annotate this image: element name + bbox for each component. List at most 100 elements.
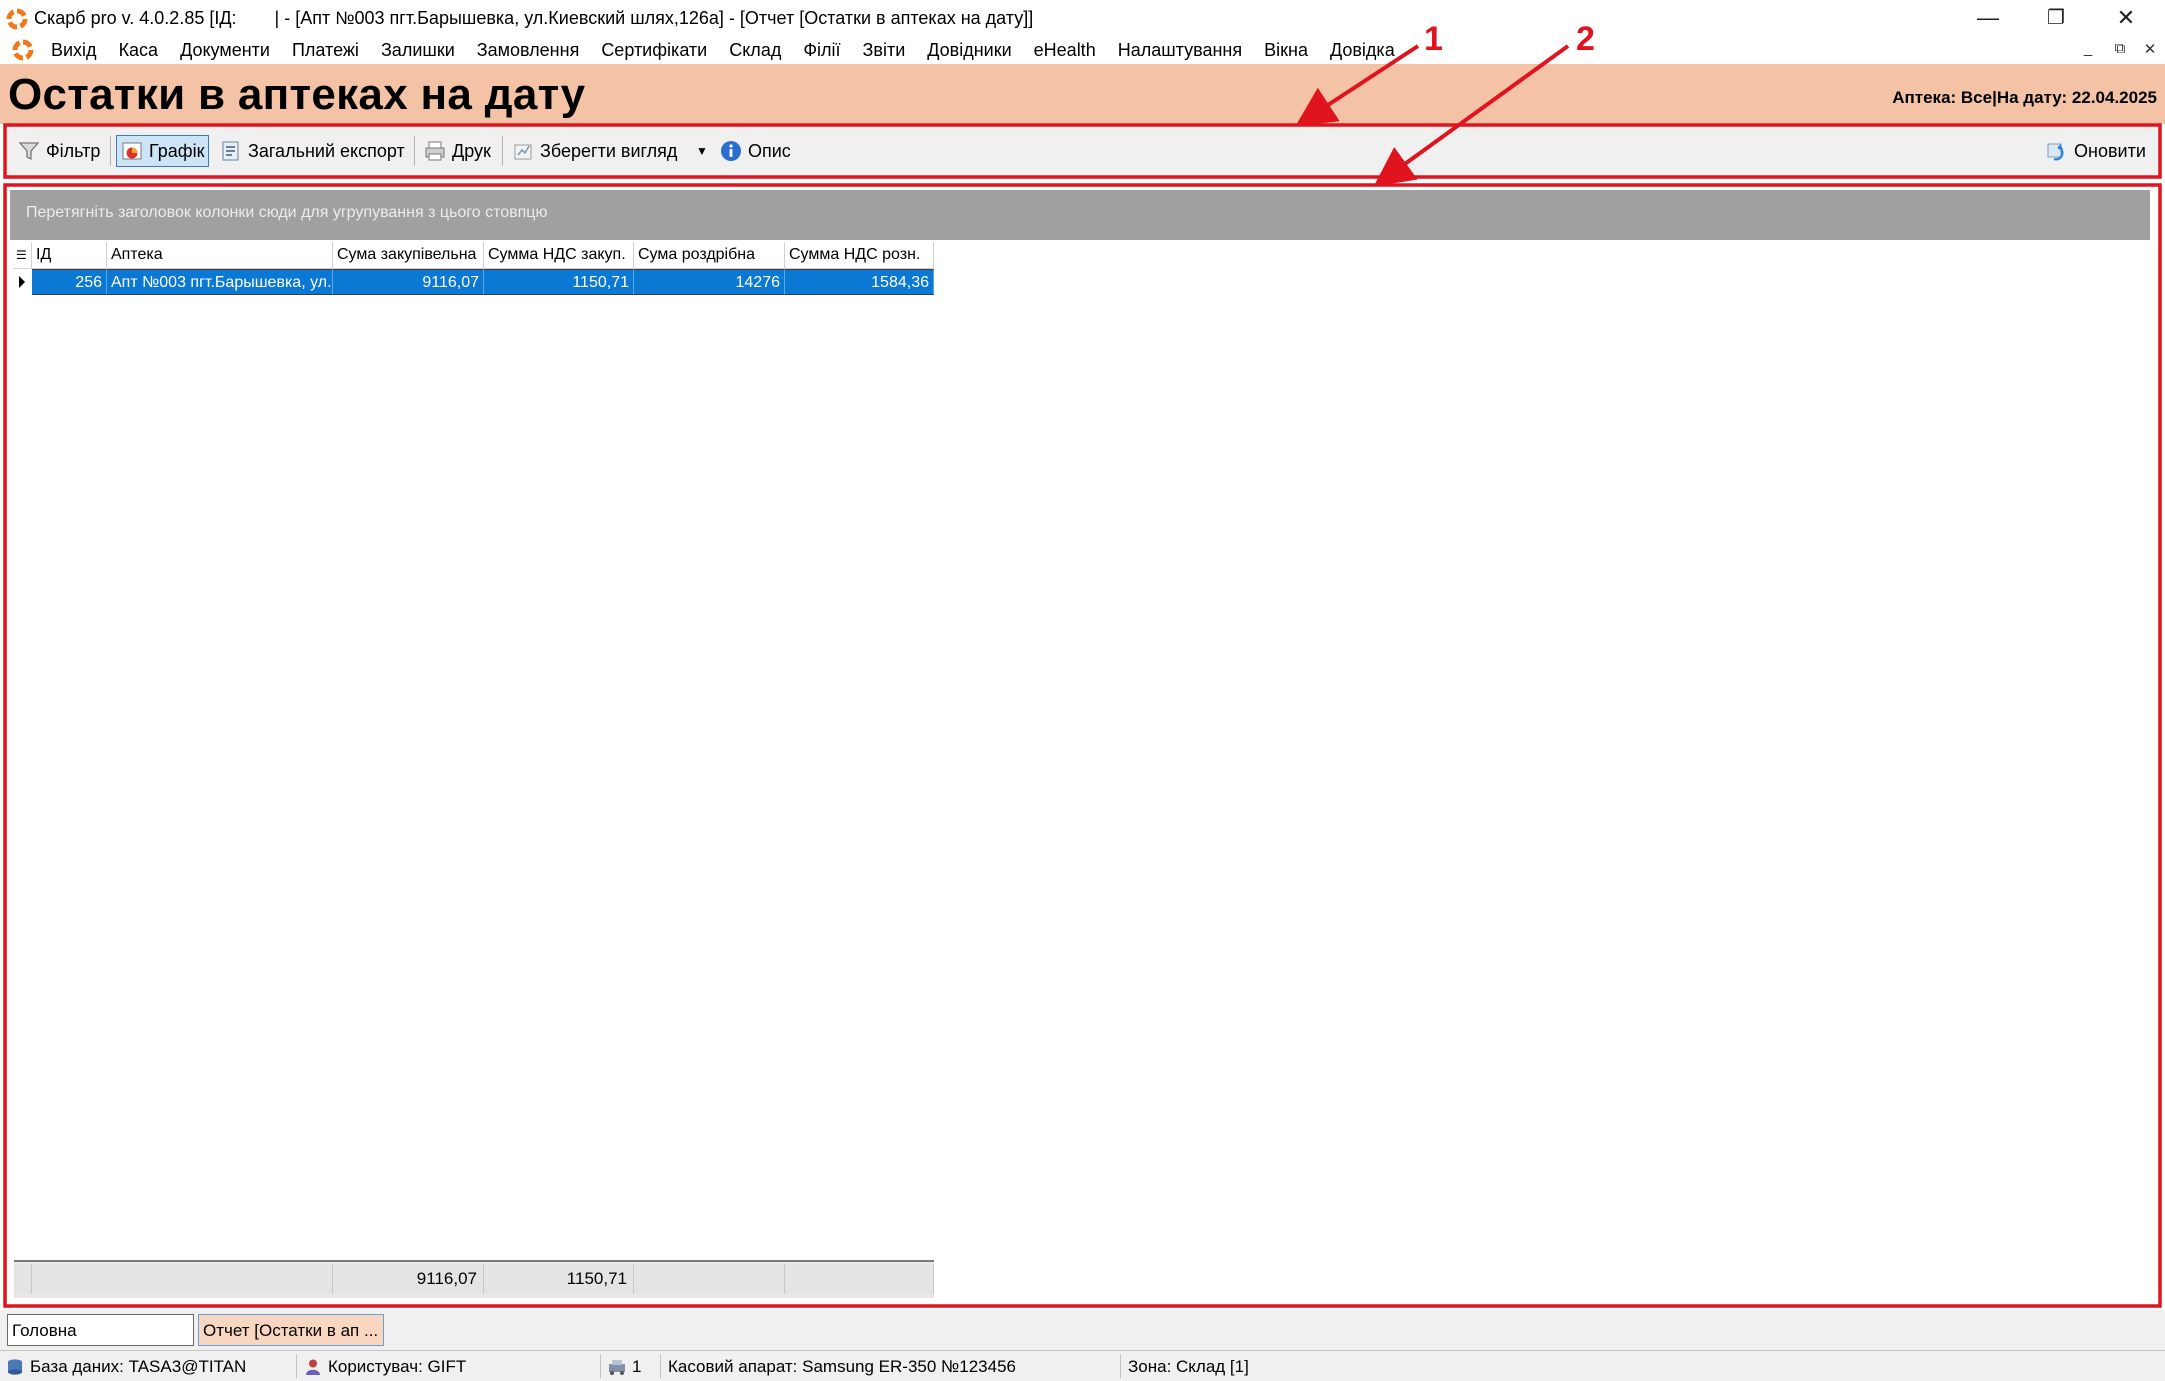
menu-item-settings[interactable]: Налаштування — [1107, 40, 1253, 61]
mdi-minimize-button[interactable]: _ — [2076, 40, 2100, 57]
grid-header-row: ☰ ІД Аптека Сума закупівельна Сумма НДС … — [14, 242, 934, 269]
cell-purchase-sum[interactable]: 9116,07 — [333, 269, 484, 295]
menu-item-orders[interactable]: Замовлення — [466, 40, 591, 61]
group-by-hint: Перетягніть заголовок колонки сюди для у… — [26, 204, 548, 221]
toolbar: Фільтр Графік Загальний експорт Друк Збе… — [6, 126, 2159, 176]
menu-item-directories[interactable]: Довідники — [916, 40, 1022, 61]
menu-item-windows[interactable]: Вікна — [1253, 40, 1319, 61]
refresh-icon — [2047, 143, 2064, 161]
print-label: Друк — [452, 140, 491, 161]
column-header-retail-sum[interactable]: Сума роздрібна — [634, 242, 785, 268]
funnel-icon — [18, 142, 40, 161]
menu-item-certificates[interactable]: Сертифікати — [590, 40, 718, 61]
status-zone: Зона: Склад [1] — [1128, 1357, 1249, 1376]
grid-container — [6, 186, 2159, 1306]
menu-item-reports[interactable]: Звіти — [852, 40, 917, 61]
tab-report[interactable]: Отчет [Остатки в ап ... — [198, 1314, 384, 1346]
description-label: Опис — [748, 140, 791, 161]
menu-item-ehealth[interactable]: eHealth — [1023, 40, 1107, 61]
status-separator — [600, 1354, 601, 1378]
window-title-app: Скарб pro v. 4.0.2.85 [ІД: — [34, 8, 237, 28]
group-by-panel[interactable]: Перетягніть заголовок колонки сюди для у… — [10, 190, 2150, 240]
description-button[interactable]: Опис — [716, 135, 795, 167]
chart-label: Графік — [149, 140, 205, 161]
refresh-label: Оновити — [2074, 140, 2146, 161]
status-separator — [660, 1354, 661, 1378]
chevron-down-icon: ▼ — [696, 144, 708, 158]
footer-cell-label — [32, 1264, 333, 1294]
status-count: 1 — [608, 1357, 641, 1377]
status-user: Користувач: GIFT — [304, 1357, 466, 1377]
column-header-pharmacy[interactable]: Аптека — [107, 242, 333, 268]
toolbar-separator — [414, 136, 415, 166]
save-view-dropdown[interactable]: ▼ — [692, 135, 712, 167]
save-view-button[interactable]: Зберегти вигляд — [508, 135, 681, 167]
footer-total-retail-sum — [634, 1264, 785, 1294]
chart-icon — [122, 142, 142, 160]
page-title: Остатки в аптеках на дату — [8, 70, 586, 119]
status-bar: База даних: TASA3@TITAN Користувач: GIFT… — [0, 1350, 2165, 1381]
toolbar-separator — [502, 136, 503, 166]
footer-total-retail-vat — [785, 1264, 934, 1294]
menu-item-payments[interactable]: Платежі — [281, 40, 370, 61]
window-title-rest: | - [Апт №003 пгт.Барышевка, ул.Киевский… — [274, 8, 1034, 28]
footer-total-purchase-sum: 9116,07 — [333, 1264, 484, 1294]
table-row[interactable]: 256 Апт №003 пгт.Барышевка, ул.Киевский … — [14, 269, 934, 295]
status-database: База даних: TASA3@TITAN — [6, 1357, 246, 1377]
menu-items: Вихід Каса Документи Платежі Залишки Зам… — [40, 40, 1406, 61]
title-bar: Скарб pro v. 4.0.2.85 [ІД: | - [Апт №003 … — [0, 0, 2165, 36]
menu-item-stock[interactable]: Залишки — [370, 40, 466, 61]
filter-button[interactable]: Фільтр — [14, 135, 104, 167]
column-header-purchase-vat[interactable]: Сумма НДС закуп. — [484, 242, 634, 268]
save-view-label: Зберегти вигляд — [540, 140, 678, 161]
status-user-text: Користувач: GIFT — [328, 1357, 467, 1376]
menu-item-warehouse[interactable]: Склад — [718, 40, 792, 61]
restore-button[interactable]: ❐ — [2026, 2, 2086, 34]
column-header-id[interactable]: ІД — [32, 242, 107, 268]
export-icon — [222, 141, 239, 161]
tab-main[interactable]: Головна — [7, 1314, 194, 1346]
info-icon — [721, 141, 741, 161]
status-separator — [296, 1354, 297, 1378]
refresh-button[interactable]: Оновити — [2042, 135, 2150, 167]
menu-item-documents[interactable]: Документи — [169, 40, 281, 61]
footer-total-purchase-vat: 1150,71 — [484, 1264, 634, 1294]
export-button[interactable]: Загальний експорт — [216, 135, 409, 167]
menu-item-help[interactable]: Довідка — [1319, 40, 1406, 61]
app-logo-icon — [6, 8, 28, 30]
database-icon — [8, 1359, 22, 1375]
menu-item-branches[interactable]: Філії — [792, 40, 851, 61]
grid-footer-totals: 9116,07 1150,71 — [14, 1260, 934, 1298]
save-view-icon — [514, 144, 532, 160]
cell-id[interactable]: 256 — [32, 269, 107, 295]
workstation-icon — [609, 1360, 625, 1375]
user-icon — [306, 1359, 320, 1375]
status-database-text: База даних: TASA3@TITAN — [30, 1357, 247, 1376]
chart-button[interactable]: Графік — [116, 135, 210, 167]
status-count-text: 1 — [632, 1357, 642, 1376]
column-header-retail-vat[interactable]: Сумма НДС розн. — [785, 242, 934, 268]
cell-purchase-vat[interactable]: 1150,71 — [484, 269, 634, 295]
column-header-purchase-sum[interactable]: Сума закупівельна — [333, 242, 484, 268]
cell-retail-vat[interactable]: 1584,36 — [785, 269, 934, 295]
filter-label: Фільтр — [46, 140, 101, 161]
export-label: Загальний експорт — [248, 140, 405, 161]
printer-icon — [425, 141, 445, 161]
window-title: Скарб pro v. 4.0.2.85 [ІД: | - [Апт №003 … — [34, 8, 1033, 29]
mdi-close-button[interactable]: ✕ — [2138, 40, 2162, 58]
cell-retail-sum[interactable]: 14276 — [634, 269, 785, 295]
toolbar-separator — [110, 136, 111, 166]
cell-pharmacy[interactable]: Апт №003 пгт.Барышевка, ул.Киевский шлях… — [107, 269, 333, 295]
print-button[interactable]: Друк — [420, 135, 495, 167]
minimize-button[interactable]: — — [1958, 2, 2018, 34]
app-logo-icon — [12, 39, 34, 61]
status-cash-register: Касовий апарат: Samsung ER-350 №123456 — [668, 1357, 1017, 1376]
mdi-restore-button[interactable]: ⧉ — [2108, 40, 2132, 57]
menu-bar: Вихід Каса Документи Платежі Залишки Зам… — [0, 36, 2165, 64]
menu-item-cash[interactable]: Каса — [108, 40, 170, 61]
report-header: Остатки в аптеках на дату Аптека: Все|На… — [0, 64, 2165, 124]
column-chooser-icon[interactable]: ☰ — [14, 242, 32, 268]
status-separator — [1120, 1354, 1121, 1378]
close-button[interactable]: ✕ — [2096, 2, 2156, 34]
menu-item-exit[interactable]: Вихід — [40, 40, 108, 61]
